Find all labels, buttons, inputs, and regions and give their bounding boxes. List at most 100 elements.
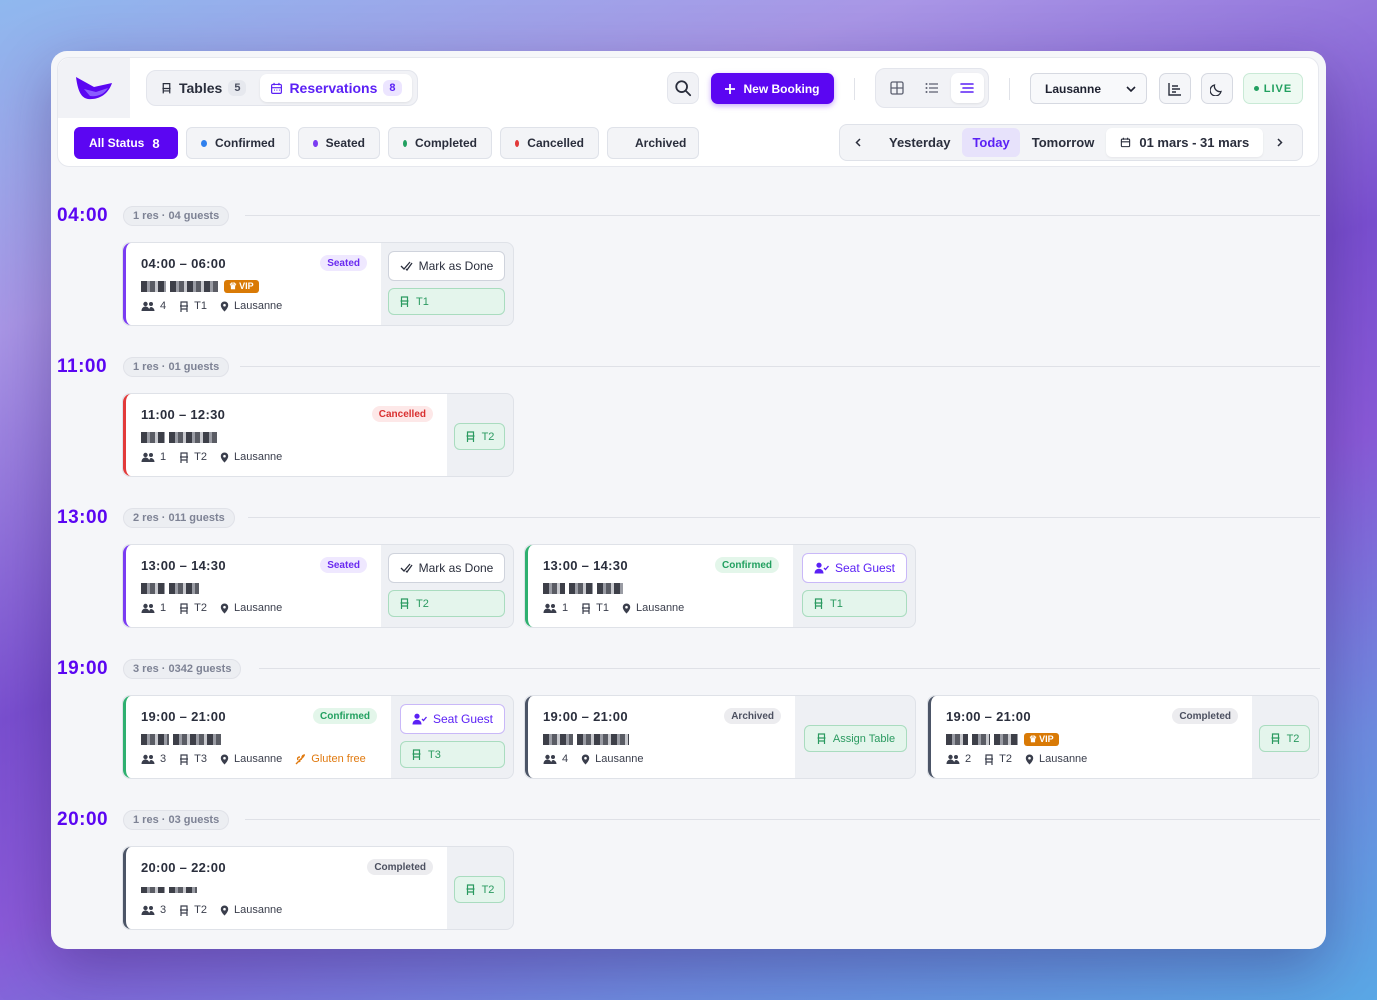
reservation-card[interactable]: 13:00 – 14:30 Confirmed 1 T1 Lausanne Se… [524,544,916,628]
new-booking-button[interactable]: New Booking [711,73,834,104]
reservation-details: 04:00 – 06:00 Seated ♛ VIP 4 T1 Lausanne [123,243,381,325]
slot-divider [259,668,1320,669]
reservation-time: 11:00 – 12:30 [141,407,226,422]
filter-archived[interactable]: Archived [607,127,699,159]
redacted-name [141,887,165,893]
filter-completed[interactable]: Completed [388,127,492,159]
tab-tables[interactable]: Tables 5 [150,74,256,102]
date-tomorrow-button[interactable]: Tomorrow [1022,128,1105,157]
logo[interactable] [58,58,130,118]
location-pin-icon [220,754,229,765]
timeline-view-button[interactable] [950,73,984,103]
guest-name [141,581,199,595]
reservation-card[interactable]: 04:00 – 06:00 Seated ♛ VIP 4 T1 Lausanne … [122,242,514,326]
tab-reservations-label: Reservations [289,80,378,96]
calendar-icon [271,82,283,94]
reservation-meta: 3 T3 Lausanne Gluten free [141,753,366,765]
assigned-table-button[interactable]: T1 [388,288,505,315]
filter-cancelled[interactable]: Cancelled [500,127,599,159]
reservation-card[interactable]: 13:00 – 14:30 Seated 1 T2 Lausanne Mark … [122,544,514,628]
chair-icon [1271,733,1280,744]
vip-label: VIP [239,281,254,291]
reservation-card[interactable]: 19:00 – 21:00 Completed ♛ VIP 2 T2 Lausan… [927,695,1319,779]
assigned-table-button[interactable]: T2 [454,423,505,450]
chair-icon [179,753,189,765]
status-filters: All Status 8 Confirmed Seated Completed … [74,127,699,159]
filter-confirmed[interactable]: Confirmed [186,127,290,159]
reservation-meta: 4 T1 Lausanne [141,300,282,312]
dietary-note: Gluten free [311,753,366,765]
location-select[interactable]: Lausanne [1030,73,1147,104]
location-name: Lausanne [233,300,283,312]
chair-icon [179,602,189,614]
status-badge: Seated [320,557,367,573]
user-check-icon [814,562,829,574]
reservation-card[interactable]: 20:00 – 22:00 Completed 3 T2 Lausanne T2 [122,846,514,930]
guest-name [141,883,197,897]
slot-summary: 3 res · 0342 guests [123,659,242,679]
status-badge: Confirmed [715,557,779,573]
mark-as-done-button[interactable]: Mark as Done [388,251,505,281]
guest-count: 3 [160,753,167,765]
assigned-table-button[interactable]: T3 [400,741,505,768]
assigned-table-button[interactable]: T2 [1259,725,1310,752]
date-next-button[interactable] [1265,128,1295,157]
search-button[interactable] [667,72,699,104]
date-range-picker[interactable]: 01 mars - 31 mars [1106,128,1264,157]
location-name: Lausanne [635,602,685,614]
reservation-card[interactable]: 19:00 – 21:00 Archived 4 Lausanne Assign… [524,695,916,779]
chair-icon [179,451,189,463]
guest-name [141,732,221,746]
filter-all-status[interactable]: All Status 8 [74,127,178,159]
table-number: T2 [194,451,207,463]
assigned-table-button[interactable]: T1 [802,590,907,617]
guest-count: 1 [562,602,569,614]
reservation-card[interactable]: 19:00 – 21:00 Confirmed 3 T3 Lausanne Gl… [122,695,514,779]
slot-summary: 2 res · 011 guests [123,508,235,528]
app-window: Tables 5 Reservations 8 New Booking Laus… [51,51,1326,949]
top-bar: Tables 5 Reservations 8 New Booking Laus… [57,57,1319,167]
grid-view-button[interactable] [880,73,913,103]
assign-table-button[interactable]: Assign Table [804,725,907,752]
redacted-name [169,431,217,443]
chevron-right-icon [1277,138,1283,147]
assigned-table-button[interactable]: T2 [454,876,505,903]
reservation-meta: 3 T2 Lausanne [141,904,282,916]
seat-guest-label: Seat Guest [432,712,494,726]
assigned-table-label: T1 [830,597,843,610]
stats-button[interactable] [1159,73,1191,104]
location-name: Lausanne [233,602,283,614]
guest-count: 1 [160,451,167,463]
filter-seated[interactable]: Seated [298,127,380,159]
assigned-table-label: T2 [416,597,429,610]
chart-icon [1168,82,1181,96]
assigned-table-button[interactable]: T2 [388,590,505,617]
assigned-table-label: T2 [1286,732,1300,745]
location-pin-icon [581,754,590,765]
seated-dot-icon [313,139,318,147]
tab-reservations[interactable]: Reservations 8 [260,74,412,102]
guest-name [141,430,217,444]
tab-tables-label: Tables [179,80,223,96]
list-view-button[interactable] [915,73,948,103]
date-today-button[interactable]: Today [962,128,1020,157]
check-double-icon [400,261,413,271]
redacted-name [543,733,573,745]
completed-dot-icon [403,139,407,147]
status-badge: Seated [320,255,367,271]
chevron-down-icon [1126,85,1136,92]
theme-toggle-button[interactable] [1201,73,1233,104]
date-yesterday-button[interactable]: Yesterday [879,128,960,157]
date-prev-button[interactable] [843,128,873,157]
seat-guest-button[interactable]: Seat Guest [400,704,505,734]
reservation-card[interactable]: 11:00 – 12:30 Cancelled 1 T2 Lausanne T2 [122,393,514,477]
seat-guest-button[interactable]: Seat Guest [802,553,907,583]
logo-icon [76,77,112,100]
filter-seated-label: Seated [325,136,365,150]
redacted-name [141,280,166,292]
reservation-meta: 1 T1 Lausanne [543,602,684,614]
divider [1009,78,1010,100]
reservation-details: 20:00 – 22:00 Completed 3 T2 Lausanne [123,847,447,929]
assigned-table-label: T3 [428,748,441,761]
mark-as-done-button[interactable]: Mark as Done [388,553,505,583]
